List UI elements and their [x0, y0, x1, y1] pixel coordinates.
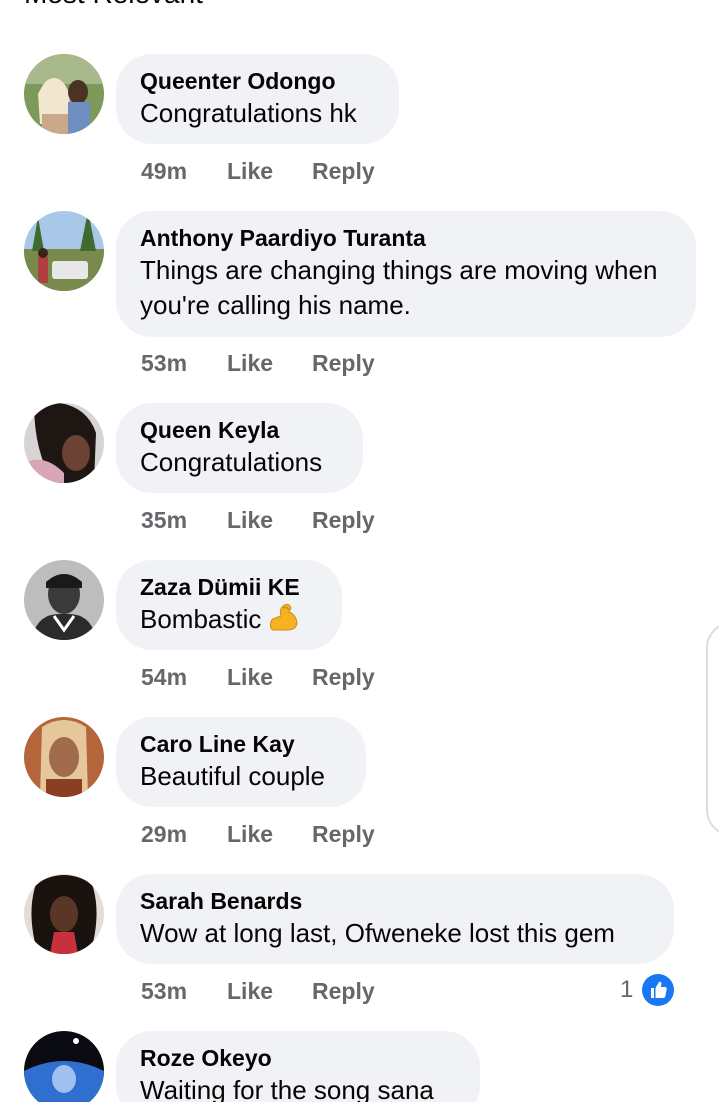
comment-text: Wow at long last, Ofweneke lost this gem: [140, 918, 615, 948]
avatar[interactable]: [24, 560, 104, 640]
comment-author[interactable]: Caro Line Kay: [140, 731, 342, 757]
thumbs-up-icon: [642, 974, 674, 1006]
avatar[interactable]: [24, 1031, 104, 1102]
like-button[interactable]: Like: [227, 350, 273, 377]
comment-bubble[interactable]: Queenter Odongo Congratulations hk: [116, 54, 399, 144]
reaction-count: 1: [620, 976, 634, 1003]
like-button[interactable]: Like: [227, 821, 273, 848]
comment-bubble[interactable]: Zaza Dümii KE Bombastic: [116, 560, 342, 650]
comment-time[interactable]: 49m: [141, 158, 187, 185]
avatar[interactable]: [24, 403, 104, 483]
comment-time[interactable]: 35m: [141, 507, 187, 534]
comment-bubble[interactable]: Queen Keyla Congratulations: [116, 403, 363, 493]
comment-author[interactable]: Queen Keyla: [140, 417, 339, 443]
like-button[interactable]: Like: [227, 664, 273, 691]
comment-text: Bombastic: [140, 602, 318, 641]
like-button[interactable]: Like: [227, 507, 273, 534]
comment-bubble[interactable]: Roze Okeyo Waiting for the song sana: [116, 1031, 480, 1102]
avatar[interactable]: [24, 54, 104, 134]
comment-time[interactable]: 54m: [141, 664, 187, 691]
comment-time[interactable]: 53m: [141, 978, 187, 1005]
reply-button[interactable]: Reply: [312, 978, 375, 1005]
reaction-summary[interactable]: 1: [620, 974, 674, 1006]
comment-author[interactable]: Anthony Paardiyo Turanta: [140, 225, 672, 251]
comment-text: Beautiful couple: [140, 761, 326, 791]
like-button[interactable]: Like: [227, 978, 273, 1005]
reply-button[interactable]: Reply: [312, 158, 375, 185]
avatar[interactable]: [24, 874, 104, 954]
comment-time[interactable]: 53m: [141, 350, 187, 377]
comment-bubble[interactable]: Sarah Benards Wow at long last, Ofweneke…: [116, 874, 674, 964]
sort-label[interactable]: Most Relevant: [24, 0, 203, 10]
comment-time[interactable]: 29m: [141, 821, 187, 848]
comment-text: Waiting for the song sana: [140, 1075, 434, 1102]
comment-bubble[interactable]: Anthony Paardiyo Turanta Things are chan…: [116, 211, 696, 337]
comment-text: Things are changing things are moving wh…: [140, 255, 658, 320]
avatar[interactable]: [24, 717, 104, 797]
reply-button[interactable]: Reply: [312, 664, 375, 691]
comment-author[interactable]: Queenter Odongo: [140, 68, 375, 94]
comment-text: Congratulations hk: [140, 98, 357, 128]
comment-author[interactable]: Sarah Benards: [140, 888, 650, 914]
comment-text-content: Bombastic: [140, 604, 262, 634]
comment-bubble[interactable]: Caro Line Kay Beautiful couple: [116, 717, 366, 807]
comment-text: Congratulations: [140, 447, 323, 477]
comment-author[interactable]: Roze Okeyo: [140, 1045, 456, 1071]
side-panel-edge[interactable]: [706, 622, 719, 836]
reply-button[interactable]: Reply: [312, 350, 375, 377]
reply-button[interactable]: Reply: [312, 507, 375, 534]
flexed-biceps-emoji: [267, 602, 299, 641]
reply-button[interactable]: Reply: [312, 821, 375, 848]
avatar[interactable]: [24, 211, 104, 291]
comment-author[interactable]: Zaza Dümii KE: [140, 574, 318, 600]
comments-page: Most Relevant Queenter Odongo Congratula…: [0, 0, 719, 1102]
like-button[interactable]: Like: [227, 158, 273, 185]
